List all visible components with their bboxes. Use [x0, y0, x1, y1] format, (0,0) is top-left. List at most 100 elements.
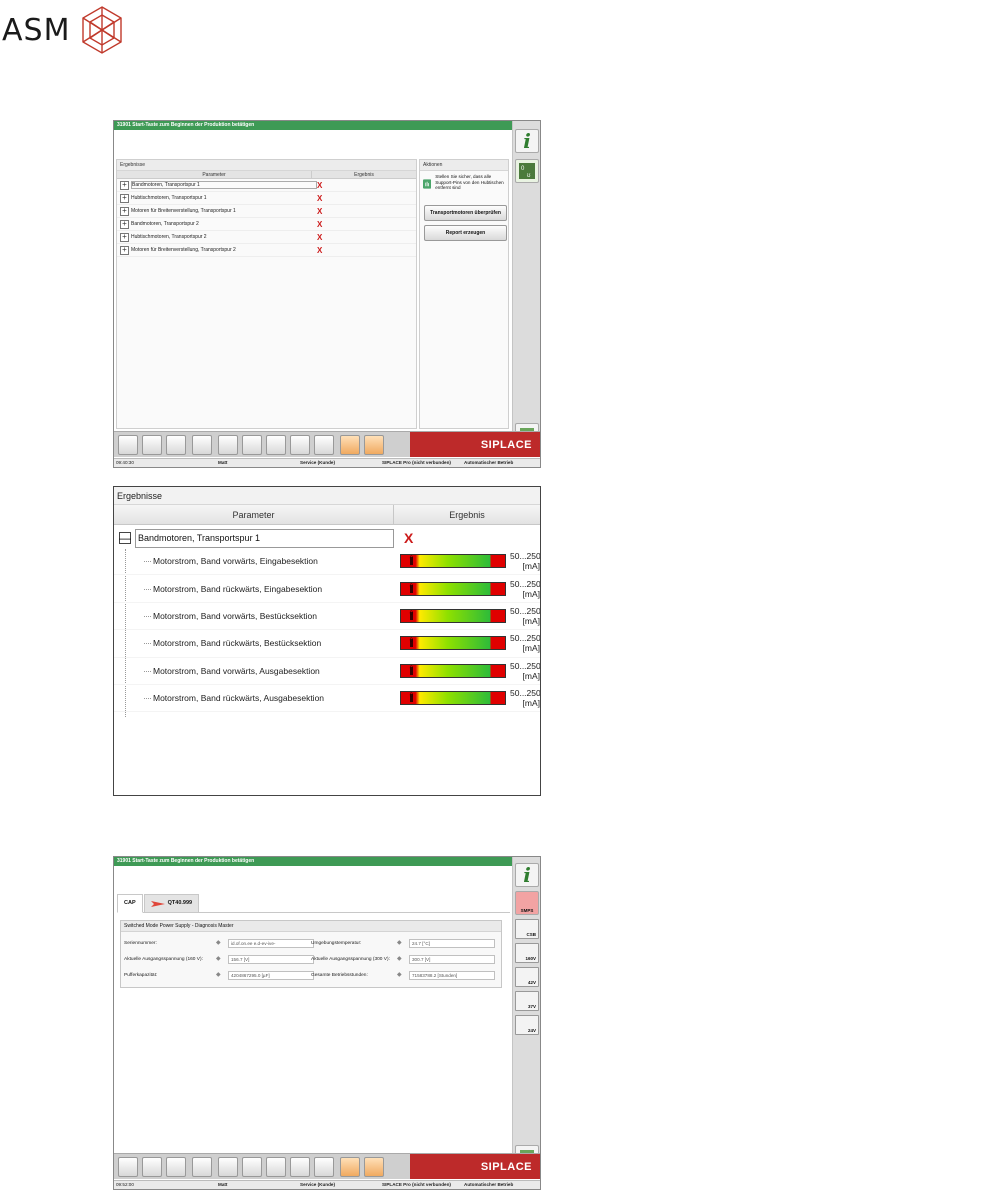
- status-connection: SIPLACE Pro (nicht verbunden): [382, 1182, 451, 1187]
- action-hint-text: Stellen Sie sicher, dass alle Support-Pi…: [435, 174, 504, 191]
- taskbar: SIPLACE: [114, 431, 540, 457]
- field-value: 71583788.2 [Stunden]: [409, 971, 495, 980]
- result-child-row[interactable]: Motorstrom, Band vorwärts, Ausgabesektio…: [114, 658, 540, 685]
- column-parameter[interactable]: Parameter: [117, 171, 312, 178]
- expand-icon[interactable]: +: [120, 206, 129, 216]
- 24v-button[interactable]: 24V: [515, 1015, 539, 1035]
- tab-cap[interactable]: CAP: [117, 894, 143, 913]
- taskbar-icon-brush[interactable]: [290, 435, 310, 455]
- range-text: 50...250: [510, 633, 541, 644]
- taskbar-icon-camera[interactable]: [266, 435, 286, 455]
- expand-icon[interactable]: +: [120, 245, 129, 255]
- unit-text: [mA]: [522, 588, 540, 599]
- field-label: Gesamte Betriebsstunden:: [311, 973, 368, 978]
- create-report-button[interactable]: Report erzeugen: [424, 225, 507, 241]
- result-child-row[interactable]: Motorstrom, Band rückwärts, Ausgabesekti…: [114, 685, 540, 713]
- taskbar-icon-chart[interactable]: [242, 435, 262, 455]
- group-title: Switched Mode Power Supply - Diagnosis M…: [121, 921, 501, 932]
- collapse-icon[interactable]: —: [119, 532, 131, 544]
- diamond-icon: ◆: [397, 940, 402, 946]
- column-ergebnis[interactable]: Ergebnis: [394, 505, 540, 524]
- taskbar-icon-save[interactable]: [192, 1157, 212, 1177]
- gauge-value: 0: [409, 638, 413, 645]
- measurement-gauge: 0: [399, 554, 506, 569]
- taskbar-icon-camera[interactable]: [266, 1157, 286, 1177]
- expand-icon[interactable]: +: [120, 180, 129, 190]
- status-role: Service (Kunde): [300, 460, 335, 465]
- result-child-row[interactable]: Motorstrom, Band rückwärts, Bestücksekti…: [114, 630, 541, 658]
- info-button[interactable]: i: [515, 863, 539, 887]
- fail-icon: X: [317, 245, 323, 255]
- expand-icon[interactable]: +: [120, 232, 129, 242]
- taskbar-icon-grid[interactable]: [142, 1157, 162, 1177]
- result-row-label: Bandmotoren, Transportspur 1: [131, 181, 317, 189]
- unit-text: [mA]: [522, 643, 540, 654]
- result-row[interactable]: + Hubtischmotoren, Transportspur 1 X: [117, 192, 416, 205]
- taskbar-icon-gears[interactable]: [314, 1157, 334, 1177]
- taskbar-icon-save[interactable]: [192, 435, 212, 455]
- window-title: 31901 Start-Taste zum Beginnen der Produ…: [114, 121, 540, 130]
- asm-emblem-icon: [82, 6, 123, 54]
- status-bar: 09:52:00 Matt Service (Kunde) SIPLACE Pr…: [114, 1180, 540, 1189]
- results-list: + Bandmotoren, Transportspur 1X + Hubtisch…: [117, 179, 416, 257]
- field-label: Umgebungstemperatur:: [311, 941, 362, 946]
- diamond-icon: ◆: [216, 972, 221, 978]
- taskbar-icon-wrench[interactable]: [364, 1157, 384, 1177]
- result-child-row[interactable]: Motorstrom, Band rückwärts, Eingabesekti…: [114, 575, 541, 603]
- taskbar-icon-production[interactable]: [118, 435, 138, 455]
- taskbar-icon-wrench[interactable]: [364, 435, 384, 455]
- diamond-icon: ◆: [397, 956, 402, 962]
- column-ergebnis[interactable]: Ergebnis: [312, 171, 416, 178]
- column-parameter[interactable]: Parameter: [114, 505, 394, 524]
- result-row[interactable]: + Bandmotoren, Transportspur 2 X: [117, 218, 416, 231]
- gauge-value: 0: [409, 556, 413, 563]
- field-value: 300.7 [V]: [409, 955, 495, 964]
- result-parent-row[interactable]: — Bandmotoren, Transportspur 1 X: [114, 528, 540, 548]
- field-value: id.of.on.ee e.d-ev-ive-: [228, 939, 314, 948]
- result-child-row[interactable]: Motorstrom, Band vorwärts, Bestücksektio…: [114, 603, 540, 631]
- range-text: 50...250: [510, 578, 541, 589]
- 160v-button[interactable]: 160V: [515, 943, 539, 963]
- taskbar-icon-lock[interactable]: [218, 435, 238, 455]
- status-time: 09:52:00: [116, 1182, 134, 1187]
- check-transport-motors-button[interactable]: Transportmotoren überprüfen: [424, 205, 507, 221]
- actions-header: Aktionen: [420, 160, 508, 171]
- taskbar-icon-gears[interactable]: [314, 435, 334, 455]
- taskbar-icon-grid[interactable]: [142, 435, 162, 455]
- taskbar-icon-statistics[interactable]: [166, 1157, 186, 1177]
- result-row[interactable]: + Motoren für Breitenverstellung, Transpo…: [117, 244, 416, 257]
- unit-text: [mA]: [522, 615, 540, 626]
- csb-button[interactable]: CSB: [515, 919, 539, 939]
- smps-diagnosis-group: Switched Mode Power Supply - Diagnosis M…: [120, 920, 502, 988]
- expand-icon[interactable]: +: [120, 193, 129, 203]
- expand-icon[interactable]: +: [120, 219, 129, 229]
- tab-qt[interactable]: QT40.999: [143, 894, 200, 913]
- info-icon: i: [523, 129, 531, 153]
- unit-text: [mA]: [522, 670, 540, 681]
- logo-text: ASM: [2, 12, 71, 48]
- result-row[interactable]: + Hubtischmotoren, Transportspur 2 X: [117, 231, 416, 244]
- taskbar-icon-service[interactable]: [340, 1157, 360, 1177]
- transport-test-button[interactable]: 0ʊ: [515, 159, 539, 183]
- taskbar-icon-brush[interactable]: [290, 1157, 310, 1177]
- taskbar-icon-service[interactable]: [340, 435, 360, 455]
- result-row[interactable]: + Bandmotoren, Transportspur 1X: [117, 179, 416, 192]
- taskbar-icon-statistics[interactable]: [166, 435, 186, 455]
- 42v-button[interactable]: 42V: [515, 967, 539, 987]
- field-value: 156.7 [V]: [228, 955, 314, 964]
- diamond-icon: ◆: [216, 940, 221, 946]
- result-child-row[interactable]: Motorstrom, Band vorwärts, Eingabesektio…: [114, 548, 540, 576]
- result-children-list: Motorstrom, Band vorwärts, Eingabesektio…: [114, 548, 541, 713]
- result-row[interactable]: + Motoren für Breitenverstellung, Transpo…: [117, 205, 416, 218]
- taskbar-icon-chart[interactable]: [242, 1157, 262, 1177]
- 37v-button[interactable]: 37V: [515, 991, 539, 1011]
- status-role: Service (Kunde): [300, 1182, 335, 1187]
- fail-icon: X: [317, 206, 323, 216]
- window-title: 31901 Start-Taste zum Beginnen der Produ…: [114, 857, 540, 866]
- taskbar-icon-production[interactable]: [118, 1157, 138, 1177]
- hand-warning-icon: [423, 179, 432, 189]
- info-button[interactable]: i: [515, 129, 539, 153]
- smps-button[interactable]: SMPS: [515, 891, 539, 915]
- measurement-label: Motorstrom, Band rückwärts, Eingabesekti…: [114, 584, 395, 594]
- taskbar-icon-lock[interactable]: [218, 1157, 238, 1177]
